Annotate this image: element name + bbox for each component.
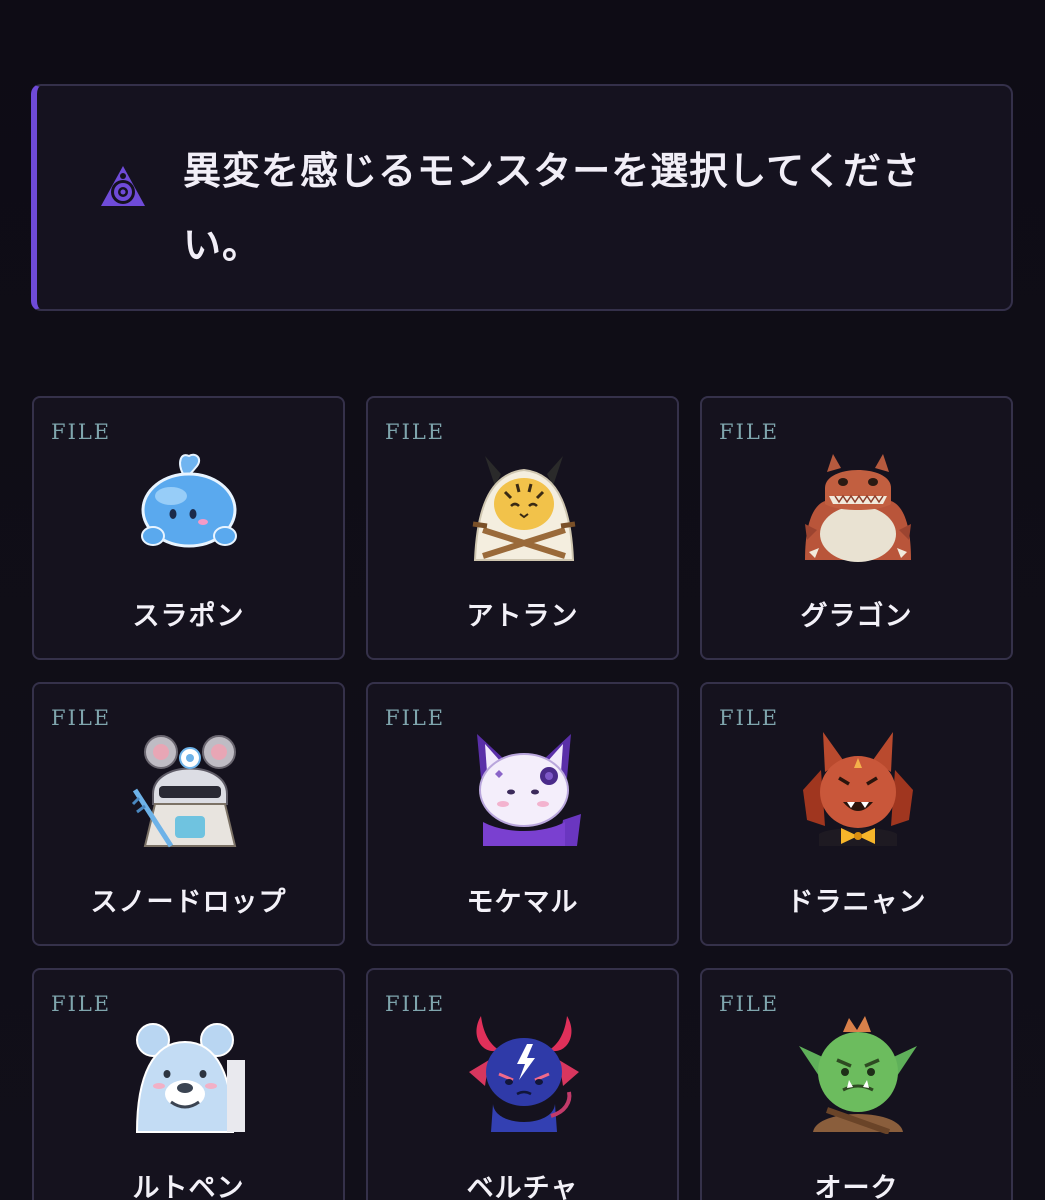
- orc-icon: [799, 1016, 917, 1134]
- monster-name: スラポン: [132, 601, 245, 632]
- hooded-cat-icon: [465, 444, 583, 562]
- purple-fox-icon: [465, 730, 583, 848]
- monster-card-purple-fox[interactable]: FILE モケマル: [366, 682, 679, 946]
- armored-mouse-knight-icon: [131, 730, 249, 848]
- observer-eye-icon: [99, 164, 147, 208]
- monster-name: モケマル: [466, 887, 579, 918]
- monster-card-demon[interactable]: FILE ベルチャ: [366, 968, 679, 1200]
- file-tag: FILE: [385, 706, 446, 730]
- bat-cat-icon: [799, 730, 917, 848]
- slime-icon: [131, 444, 249, 562]
- monster-name: アトラン: [466, 601, 579, 632]
- monster-name: ベルチャ: [466, 1173, 579, 1200]
- file-tag: FILE: [385, 420, 446, 444]
- file-tag: FILE: [51, 706, 112, 730]
- monster-card-orc[interactable]: FILE オーク: [700, 968, 1013, 1200]
- file-tag: FILE: [719, 420, 780, 444]
- monster-name: オーク: [814, 1173, 899, 1200]
- monster-card-slime[interactable]: FILE スラポン: [32, 396, 345, 660]
- monster-card-hooded-cat[interactable]: FILE アトラン: [366, 396, 679, 660]
- file-tag: FILE: [51, 992, 112, 1016]
- monster-name: ドラニャン: [786, 887, 927, 918]
- file-tag: FILE: [719, 992, 780, 1016]
- monster-card-snowdrop[interactable]: FILE スノードロップ: [32, 682, 345, 946]
- bear-icon: [131, 1016, 249, 1134]
- file-tag: FILE: [51, 420, 112, 444]
- file-tag: FILE: [385, 992, 446, 1016]
- monster-name: グラゴン: [800, 601, 913, 632]
- file-tag: FILE: [719, 706, 780, 730]
- monster-name: ルトペン: [132, 1173, 245, 1200]
- demon-icon: [465, 1016, 583, 1134]
- dragon-icon: [799, 444, 917, 562]
- monster-card-dragon[interactable]: FILE グラゴン: [700, 396, 1013, 660]
- prompt-text: 異変を感じるモンスターを選択してください。: [183, 149, 921, 267]
- monster-card-bear[interactable]: FILE ルトペン: [32, 968, 345, 1200]
- monster-card-bat-cat[interactable]: FILE ドラニャン: [700, 682, 1013, 946]
- monster-name: スノードロップ: [90, 887, 287, 918]
- monster-select-screen: 異変を感じるモンスターを選択してください。 FILE スラポン FILE アトラ…: [0, 0, 1045, 1200]
- prompt-banner: 異変を感じるモンスターを選択してください。: [31, 84, 1013, 311]
